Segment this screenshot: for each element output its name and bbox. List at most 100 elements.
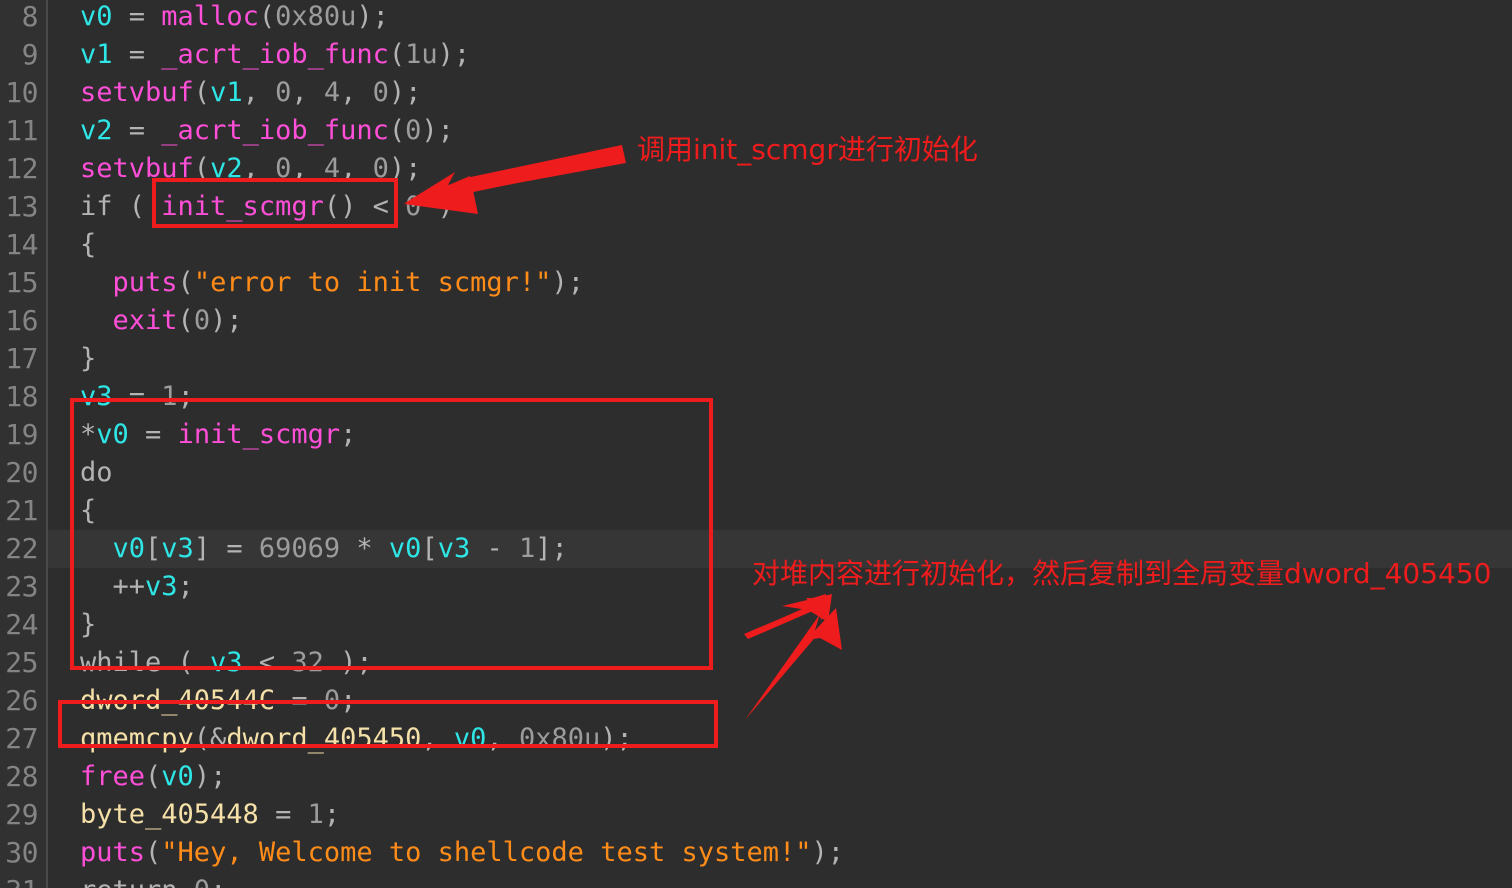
code-token: ,: [242, 153, 276, 184]
code-line[interactable]: ++v3;: [48, 568, 194, 606]
code-token: v0: [388, 533, 422, 564]
code-token: v3: [145, 571, 178, 602]
code-token: v1: [210, 77, 243, 108]
code-token: 32: [291, 647, 324, 678]
code-token: ;: [323, 799, 341, 830]
code-token: {: [80, 229, 97, 260]
code-token: 0: [193, 305, 211, 336]
code-token: <: [242, 647, 292, 678]
code-token: qmemcpy: [80, 723, 194, 754]
line-number: 19: [5, 418, 38, 451]
code-token: "error to init scmgr!": [193, 267, 552, 298]
code-token: (: [193, 153, 211, 184]
code-token: (: [388, 115, 406, 146]
code-token: 0x80u: [518, 723, 601, 754]
code-token: );: [388, 153, 422, 184]
code-line[interactable]: v2 = _acrt_iob_func(0);: [48, 112, 454, 150]
line-number: 20: [5, 456, 38, 489]
code-token: 1: [161, 381, 178, 412]
code-token: (&: [193, 723, 227, 754]
code-token: [: [145, 533, 162, 564]
code-token: do: [80, 457, 113, 488]
code-token: ,: [340, 153, 373, 184]
code-token: setvbuf: [80, 153, 194, 184]
code-token: _acrt_iob_func: [161, 39, 389, 70]
code-line[interactable]: exit(0);: [48, 302, 243, 340]
code-token: 1: [518, 533, 536, 564]
code-line[interactable]: }: [48, 606, 96, 644]
code-token: ,: [486, 723, 519, 754]
line-number: 11: [5, 114, 38, 147]
code-token: }: [80, 343, 97, 374]
code-token: ,: [291, 153, 324, 184]
code-token: init_scmgr: [177, 419, 341, 450]
code-line[interactable]: return 0;: [48, 872, 226, 888]
code-line[interactable]: while ( v3 < 32 );: [48, 644, 373, 682]
code-token: 1u: [405, 39, 438, 70]
code-area[interactable]: v0 = malloc(0x80u); v1 = _acrt_iob_func(1…: [48, 0, 1512, 888]
line-number: 29: [5, 798, 38, 831]
code-token: (: [145, 761, 162, 792]
code-token: (: [177, 267, 194, 298]
line-number: 14: [5, 228, 38, 261]
code-line[interactable]: setvbuf(v2, 0, 4, 0);: [48, 150, 421, 188]
code-token: *: [340, 533, 389, 564]
code-token: 4: [323, 153, 341, 184]
code-line[interactable]: qmemcpy(&dword_405450, v0, 0x80u);: [48, 720, 633, 758]
code-token: 0: [372, 77, 389, 108]
code-line[interactable]: v0[v3] = 69069 * v0[v3 - 1];: [48, 530, 568, 568]
line-number: 22: [5, 532, 38, 565]
code-token: exit: [112, 305, 178, 336]
code-token: 0: [372, 153, 389, 184]
code-token: ,: [242, 77, 276, 108]
code-token: "Hey, Welcome to shellcode test system!": [161, 837, 812, 868]
code-token: ;: [177, 381, 194, 412]
code-token: v0: [96, 419, 129, 450]
code-token: );: [388, 77, 422, 108]
code-token: );: [210, 305, 243, 336]
code-token: 1: [307, 799, 324, 830]
code-line[interactable]: dword_40544C = 0;: [48, 682, 356, 720]
code-token: 69069: [258, 533, 341, 564]
code-line[interactable]: puts("Hey, Welcome to shellcode test sys…: [48, 834, 844, 872]
code-token: dword_40544C: [80, 685, 276, 716]
code-token: );: [421, 115, 454, 146]
code-line[interactable]: v0 = malloc(0x80u);: [48, 0, 389, 36]
code-line[interactable]: {: [48, 492, 96, 530]
code-line[interactable]: puts("error to init scmgr!");: [48, 264, 584, 302]
code-token: =: [112, 115, 162, 146]
code-token: ];: [535, 533, 568, 564]
code-token: puts: [80, 837, 146, 868]
code-token: 4: [323, 77, 341, 108]
code-line[interactable]: byte_405448 = 1;: [48, 796, 340, 834]
code-token: while (: [80, 647, 211, 678]
code-line[interactable]: if ( init_scmgr() < 0 ): [48, 188, 454, 226]
code-token: ,: [291, 77, 324, 108]
code-line[interactable]: v1 = _acrt_iob_func(1u);: [48, 36, 470, 74]
code-token: *: [80, 419, 97, 450]
code-line[interactable]: free(v0);: [48, 758, 226, 796]
code-token: byte_405448: [80, 799, 259, 830]
code-token: =: [275, 685, 324, 716]
line-number: 25: [5, 646, 38, 679]
code-line[interactable]: setvbuf(v1, 0, 4, 0);: [48, 74, 421, 112]
line-number: 23: [5, 570, 38, 603]
code-token: setvbuf: [80, 77, 194, 108]
code-token: _acrt_iob_func: [161, 115, 389, 146]
code-token: (: [193, 77, 211, 108]
code-token: ): [421, 191, 454, 222]
code-token: v0: [453, 723, 487, 754]
code-line[interactable]: *v0 = init_scmgr;: [48, 416, 356, 454]
code-token: ] =: [193, 533, 259, 564]
code-token: return: [80, 875, 194, 888]
code-line[interactable]: do: [48, 454, 113, 492]
code-token: =: [112, 39, 162, 70]
code-line[interactable]: {: [48, 226, 96, 264]
code-token: ,: [421, 723, 454, 754]
code-token: v3: [80, 381, 113, 412]
line-number: 26: [5, 684, 38, 717]
code-line[interactable]: }: [48, 340, 96, 378]
code-line[interactable]: v3 = 1;: [48, 378, 194, 416]
line-number: 31: [0, 872, 38, 888]
